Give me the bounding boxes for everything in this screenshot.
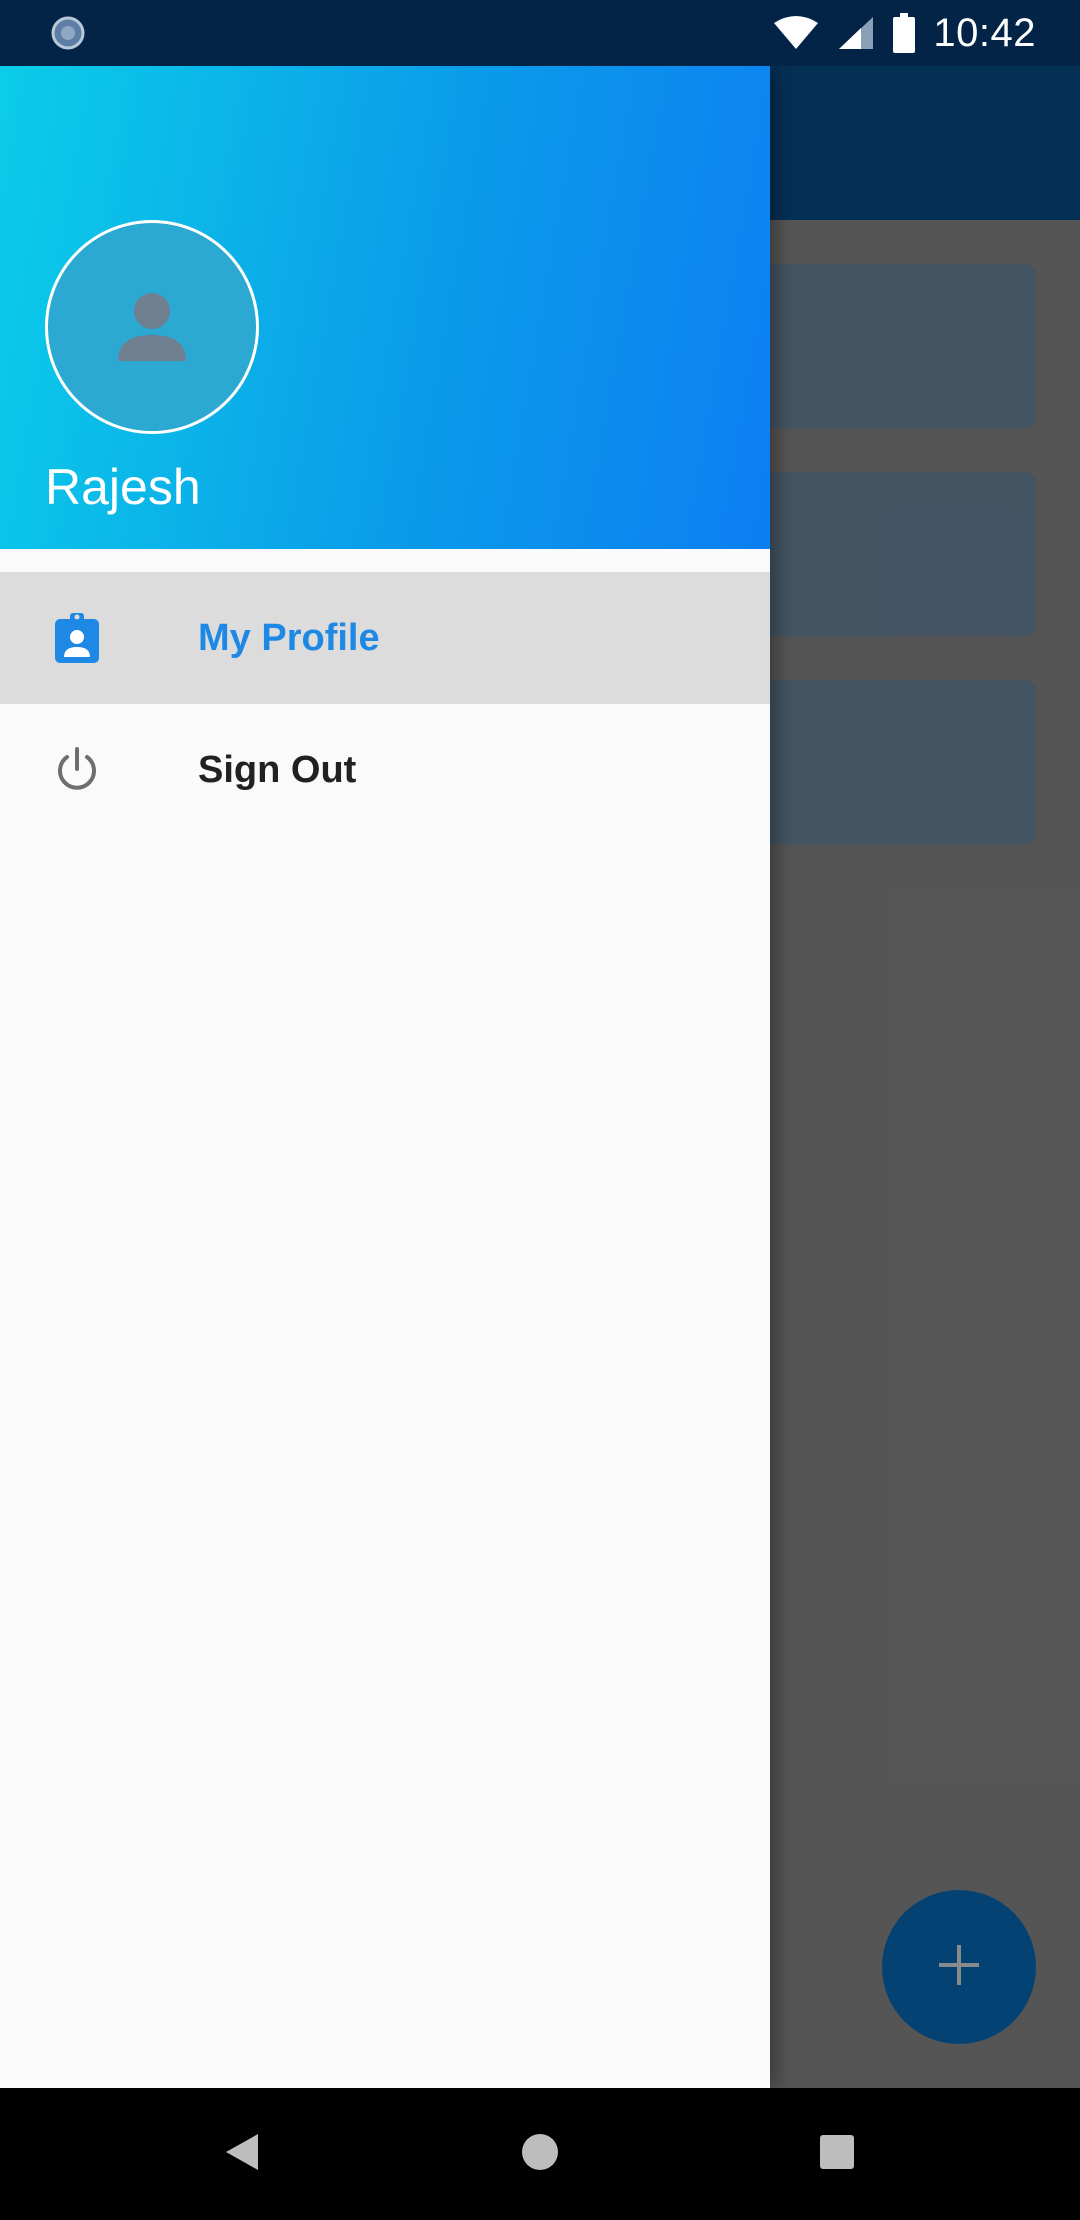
person-icon: [112, 285, 192, 370]
recents-icon: [819, 2134, 855, 2175]
menu-item-label: My Profile: [198, 616, 380, 659]
menu-item-label: Sign Out: [198, 748, 357, 791]
profile-badge-icon: [52, 613, 102, 663]
menu-item-sign-out[interactable]: Sign Out: [0, 704, 770, 836]
user-name: Rajesh: [45, 459, 201, 515]
sync-icon: [50, 15, 86, 51]
battery-icon: [893, 13, 916, 53]
wifi-icon: [773, 15, 819, 51]
status-bar: 10:42: [0, 0, 1080, 66]
back-button[interactable]: [176, 2088, 308, 2220]
system-navigation-bar: [0, 2088, 1080, 2220]
navigation-drawer: Rajesh My Profile Sign Out: [0, 66, 770, 2088]
drawer-menu: My Profile Sign Out: [0, 572, 770, 836]
signal-icon: [837, 15, 875, 51]
home-icon: [520, 2132, 560, 2177]
recents-button[interactable]: [771, 2088, 903, 2220]
status-icons: 10:42: [773, 0, 1036, 66]
menu-item-my-profile[interactable]: My Profile: [0, 572, 770, 704]
drawer-header: Rajesh: [0, 66, 770, 549]
avatar[interactable]: [45, 220, 259, 434]
home-button[interactable]: [474, 2088, 606, 2220]
power-icon: [52, 745, 102, 795]
back-icon: [224, 2132, 260, 2177]
status-time: 10:42: [933, 10, 1036, 55]
